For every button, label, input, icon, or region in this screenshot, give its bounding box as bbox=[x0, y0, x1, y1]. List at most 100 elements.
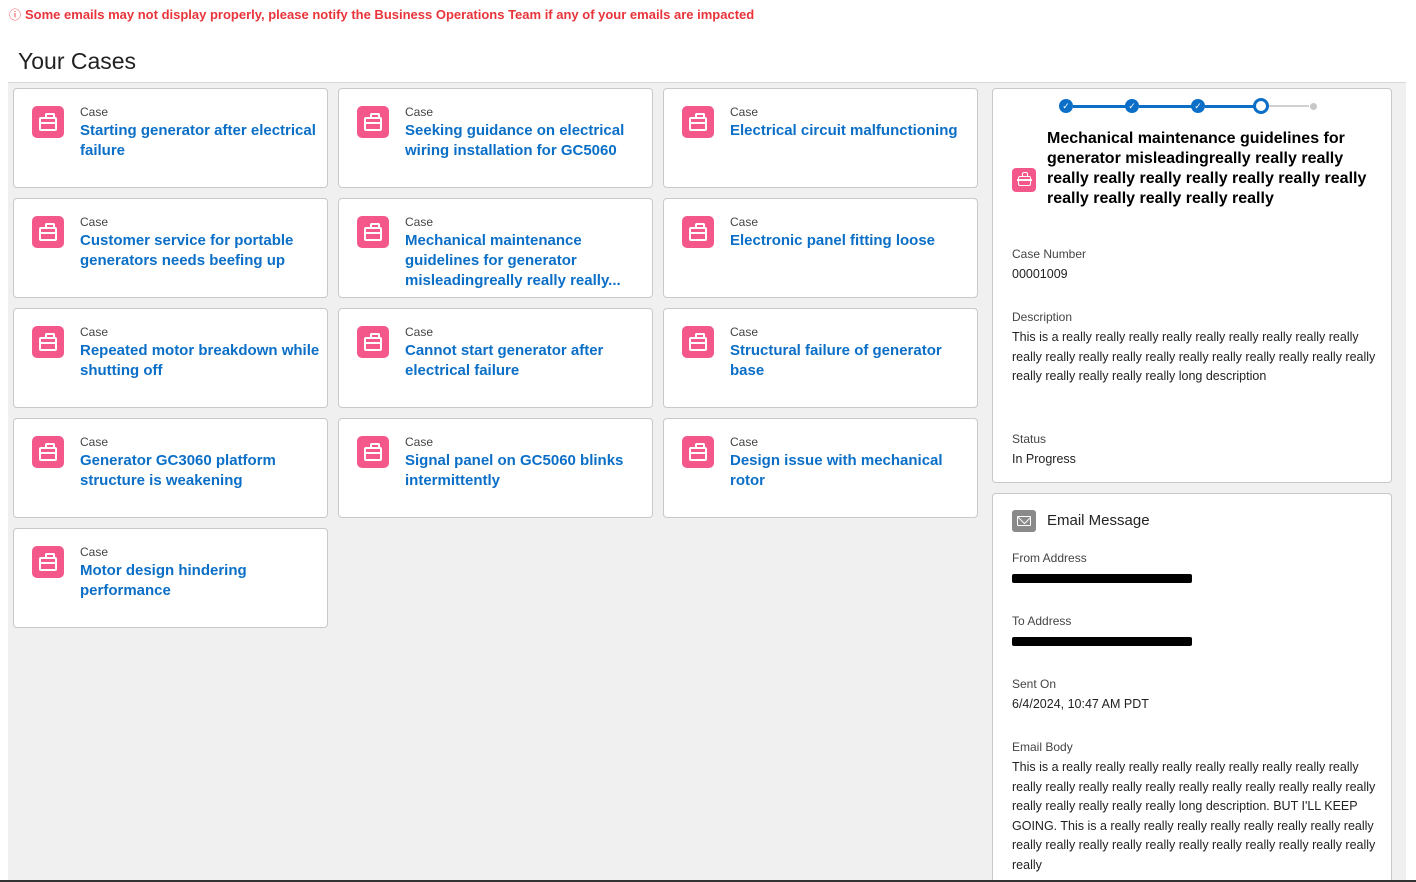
sent-on-value: 6/4/2024, 10:47 AM PDT bbox=[1012, 697, 1149, 711]
path-step-complete-icon[interactable]: ✓ bbox=[1059, 99, 1073, 113]
page-title: Your Cases bbox=[18, 48, 137, 74]
case-type-label: Case bbox=[405, 105, 434, 119]
case-card[interactable]: Case Generator GC3060 platform structure … bbox=[13, 418, 328, 518]
case-title-link[interactable]: Electrical circuit malfunctioning bbox=[730, 121, 970, 141]
case-card[interactable]: Case Repeated motor breakdown while shutt… bbox=[13, 308, 328, 408]
case-title-link[interactable]: Mechanical maintenance guidelines for ge… bbox=[405, 231, 645, 291]
status-value: In Progress bbox=[1012, 452, 1076, 466]
redacted-from-address bbox=[1012, 574, 1192, 583]
case-icon bbox=[32, 216, 64, 248]
case-title-link[interactable]: Customer service for portable generators… bbox=[80, 231, 320, 271]
case-icon bbox=[682, 106, 714, 138]
case-icon bbox=[1012, 168, 1036, 192]
case-card[interactable]: Case Design issue with mechanical rotor bbox=[663, 418, 978, 518]
path-connector bbox=[1073, 105, 1127, 108]
case-type-label: Case bbox=[730, 325, 759, 339]
path-step-future-icon[interactable] bbox=[1310, 103, 1317, 110]
description-value: This is a really really really really re… bbox=[1012, 330, 1376, 383]
case-icon bbox=[32, 546, 64, 578]
redacted-to-address bbox=[1012, 637, 1192, 646]
briefcase-icon bbox=[364, 332, 382, 351]
briefcase-icon bbox=[39, 332, 57, 351]
to-address-label: To Address bbox=[1012, 614, 1072, 628]
briefcase-icon bbox=[689, 112, 707, 131]
briefcase-icon bbox=[1016, 172, 1032, 186]
description-label: Description bbox=[1012, 310, 1073, 324]
path-step-complete-icon[interactable]: ✓ bbox=[1191, 99, 1205, 113]
case-icon bbox=[682, 216, 714, 248]
case-title-link[interactable]: Electronic panel fitting loose bbox=[730, 231, 970, 251]
case-type-label: Case bbox=[80, 545, 109, 559]
case-title-link[interactable]: Motor design hindering performance bbox=[80, 561, 320, 601]
briefcase-icon bbox=[689, 442, 707, 461]
case-card[interactable]: Case Signal panel on GC5060 blinks interm… bbox=[338, 418, 653, 518]
briefcase-icon bbox=[364, 222, 382, 241]
case-icon bbox=[357, 106, 389, 138]
from-address-label: From Address bbox=[1012, 551, 1087, 565]
case-number-label: Case Number bbox=[1012, 247, 1087, 261]
case-card[interactable]: Case Cannot start generator after electri… bbox=[338, 308, 653, 408]
case-title-link[interactable]: Structural failure of generator base bbox=[730, 341, 970, 381]
briefcase-icon bbox=[364, 442, 382, 461]
case-title-link[interactable]: Starting generator after electrical fail… bbox=[80, 121, 320, 161]
path-step-current-icon[interactable] bbox=[1253, 98, 1269, 114]
envelope-icon bbox=[1012, 510, 1036, 532]
case-type-label: Case bbox=[405, 325, 434, 339]
email-body-label: Email Body bbox=[1012, 740, 1073, 754]
case-detail-title[interactable]: Mechanical maintenance guidelines for ge… bbox=[1047, 129, 1377, 209]
briefcase-icon bbox=[364, 112, 382, 131]
case-icon bbox=[357, 216, 389, 248]
case-title-link[interactable]: Design issue with mechanical rotor bbox=[730, 451, 970, 491]
warning-banner: ⓘ Some emails may not display properly, … bbox=[9, 6, 754, 23]
status-path: ✓ ✓ ✓ bbox=[1059, 98, 1329, 114]
path-step-complete-icon[interactable]: ✓ bbox=[1125, 99, 1139, 113]
briefcase-icon bbox=[39, 112, 57, 131]
email-heading: Email Message bbox=[1047, 512, 1150, 529]
case-detail-card: ✓ ✓ ✓ Mechanical maintenance guidelines … bbox=[992, 88, 1392, 483]
briefcase-icon bbox=[39, 222, 57, 241]
briefcase-icon bbox=[39, 442, 57, 461]
case-icon bbox=[682, 326, 714, 358]
case-title-link[interactable]: Seeking guidance on electrical wiring in… bbox=[405, 121, 645, 161]
case-title-link[interactable]: Cannot start generator after electrical … bbox=[405, 341, 645, 381]
path-connector bbox=[1139, 105, 1193, 108]
banner-text: Some emails may not display properly, pl… bbox=[25, 7, 755, 22]
case-type-label: Case bbox=[80, 105, 109, 119]
case-type-label: Case bbox=[730, 105, 759, 119]
case-card[interactable]: Case Customer service for portable genera… bbox=[13, 198, 328, 298]
briefcase-icon bbox=[689, 222, 707, 241]
case-number-value: 00001009 bbox=[1012, 267, 1068, 281]
case-card[interactable]: Case Mechanical maintenance guidelines fo… bbox=[338, 198, 653, 298]
case-type-label: Case bbox=[405, 215, 434, 229]
envelope-shape bbox=[1017, 516, 1031, 526]
case-card[interactable]: Case Electrical circuit malfunctioning bbox=[663, 88, 978, 188]
case-type-label: Case bbox=[80, 215, 109, 229]
case-icon bbox=[357, 326, 389, 358]
case-card[interactable]: Case Structural failure of generator base bbox=[663, 308, 978, 408]
case-icon bbox=[32, 326, 64, 358]
case-title-link[interactable]: Repeated motor breakdown while shutting … bbox=[80, 341, 320, 381]
briefcase-icon bbox=[689, 332, 707, 351]
info-circle-icon: ⓘ bbox=[9, 8, 22, 22]
path-connector-future bbox=[1269, 105, 1309, 107]
case-type-label: Case bbox=[80, 325, 109, 339]
path-connector bbox=[1205, 105, 1257, 108]
case-card[interactable]: Case Electronic panel fitting loose bbox=[663, 198, 978, 298]
email-body-value: This is a really really really really re… bbox=[1012, 760, 1376, 872]
briefcase-icon bbox=[39, 552, 57, 571]
case-title-link[interactable]: Generator GC3060 platform structure is w… bbox=[80, 451, 320, 491]
case-card[interactable]: Case Motor design hindering performance bbox=[13, 528, 328, 628]
email-message-card: Email Message From Address To Address Se… bbox=[992, 493, 1392, 882]
case-card[interactable]: Case Seeking guidance on electrical wirin… bbox=[338, 88, 653, 188]
case-title-link[interactable]: Signal panel on GC5060 blinks intermitte… bbox=[405, 451, 645, 491]
case-icon bbox=[682, 436, 714, 468]
case-icon bbox=[32, 106, 64, 138]
case-type-label: Case bbox=[730, 435, 759, 449]
case-card[interactable]: Case Starting generator after electrical … bbox=[13, 88, 328, 188]
case-type-label: Case bbox=[80, 435, 109, 449]
case-icon bbox=[357, 436, 389, 468]
case-type-label: Case bbox=[730, 215, 759, 229]
status-label: Status bbox=[1012, 432, 1047, 446]
case-icon bbox=[32, 436, 64, 468]
case-type-label: Case bbox=[405, 435, 434, 449]
